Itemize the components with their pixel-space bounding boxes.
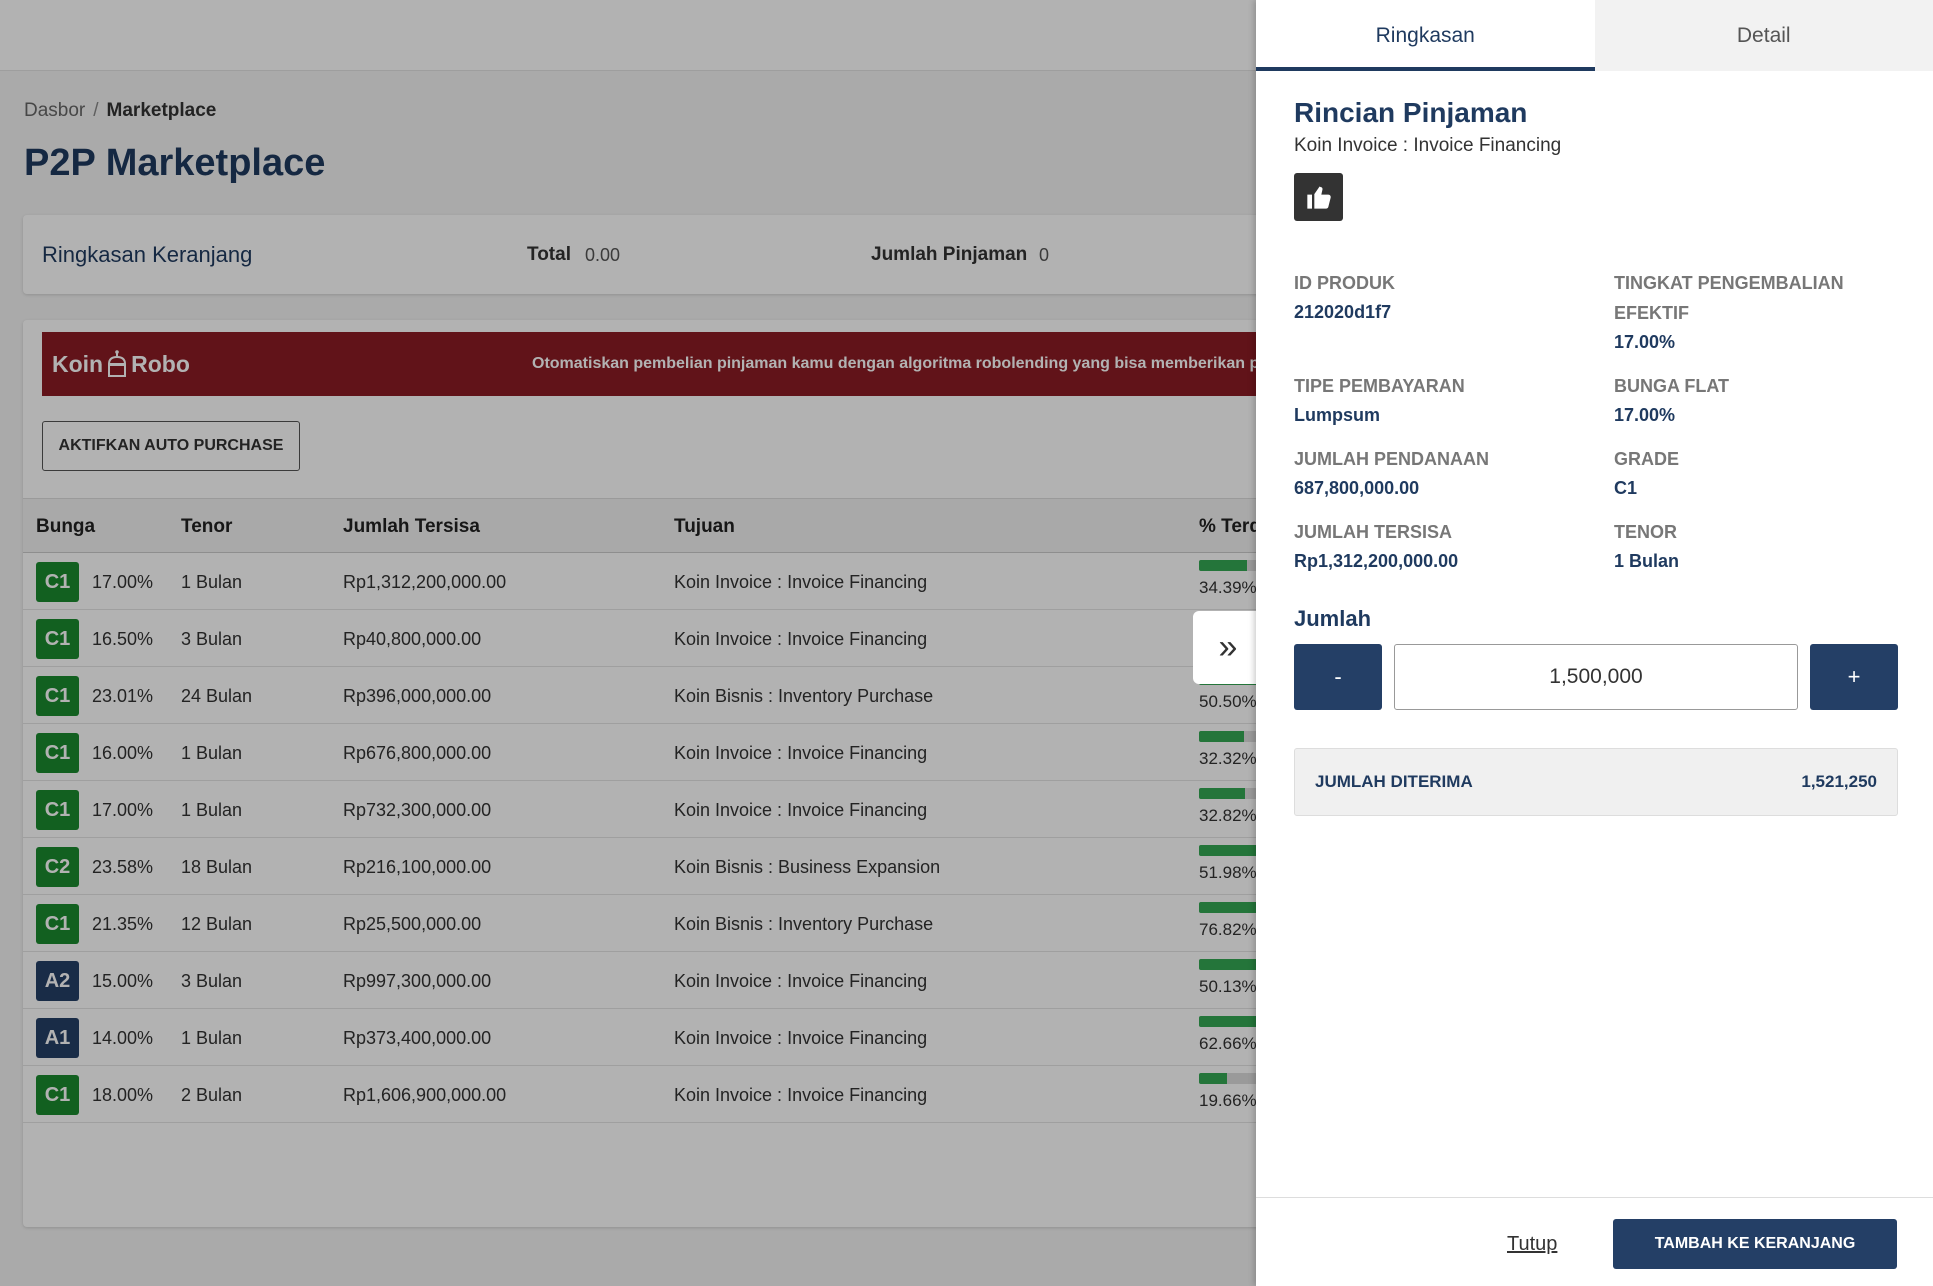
payment-type-field: TIPE PEMBAYARAN Lumpsum — [1294, 371, 1465, 429]
double-chevron-right-icon: » — [1218, 628, 1238, 666]
tab-detail[interactable]: Detail — [1595, 0, 1933, 71]
collapse-drawer-button[interactable]: » — [1193, 611, 1263, 684]
grade-field: GRADE C1 — [1614, 444, 1679, 502]
tab-summary[interactable]: Ringkasan — [1256, 0, 1595, 71]
grade-value: C1 — [1614, 478, 1638, 498]
effective-return-value: 17.00% — [1614, 332, 1676, 352]
decrease-amount-button[interactable]: - — [1294, 644, 1382, 710]
remaining-value: Rp1,312,200,000.00 — [1294, 551, 1459, 571]
remaining-field: JUMLAH TERSISA Rp1,312,200,000.00 — [1294, 517, 1458, 575]
flat-rate-label: BUNGA FLAT — [1614, 376, 1729, 396]
flat-rate-value: 17.00% — [1614, 405, 1676, 425]
thumbs-up-icon — [1306, 186, 1331, 209]
effective-return-label: TINGKAT PENGEMBALIAN — [1614, 273, 1844, 293]
payment-type-label: TIPE PEMBAYARAN — [1294, 376, 1465, 396]
product-id-field: ID PRODUK 212020d1f7 — [1294, 268, 1395, 326]
effective-return-field: TINGKAT PENGEMBALIAN EFEKTIF 17.00% — [1614, 268, 1844, 356]
flat-rate-field: BUNGA FLAT 17.00% — [1614, 371, 1729, 429]
product-id-label: ID PRODUK — [1294, 273, 1396, 293]
remaining-label: JUMLAH TERSISA — [1294, 522, 1453, 542]
funding-field: JUMLAH PENDANAAN 687,800,000.00 — [1294, 444, 1489, 502]
tenor-field: TENOR 1 Bulan — [1614, 517, 1679, 575]
tenor-value: 1 Bulan — [1614, 551, 1680, 571]
increase-amount-button[interactable]: + — [1810, 644, 1898, 710]
funding-value: 687,800,000.00 — [1294, 478, 1420, 498]
amount-input[interactable] — [1394, 644, 1798, 710]
close-link[interactable]: Tutup — [1507, 1233, 1557, 1256]
loan-detail-drawer: Ringkasan Detail Rincian Pinjaman Koin I… — [1256, 0, 1933, 1286]
grade-label: GRADE — [1614, 449, 1680, 469]
payment-type-value: Lumpsum — [1294, 405, 1381, 425]
tenor-label: TENOR — [1614, 522, 1677, 542]
drawer-footer: Tutup TAMBAH KE KERANJANG — [1256, 1197, 1933, 1286]
funding-label: JUMLAH PENDANAAN — [1294, 449, 1490, 469]
amount-label: Jumlah — [1294, 606, 1372, 631]
like-button[interactable] — [1294, 173, 1343, 221]
add-to-cart-button[interactable]: TAMBAH KE KERANJANG — [1613, 1219, 1897, 1269]
effective-return-label-2: EFEKTIF — [1614, 303, 1689, 323]
drawer-subtitle: Koin Invoice : Invoice Financing — [1294, 135, 1562, 156]
amount-received-label: JUMLAH DITERIMA — [1315, 772, 1473, 791]
drawer-title: Rincian Pinjaman — [1294, 97, 1528, 128]
product-id-value: 212020d1f7 — [1294, 302, 1392, 322]
amount-received-box: JUMLAH DITERIMA 1,521,250 — [1294, 748, 1898, 816]
amount-received-value: 1,521,250 — [1801, 772, 1877, 791]
drawer-tabs: Ringkasan Detail — [1256, 0, 1933, 71]
